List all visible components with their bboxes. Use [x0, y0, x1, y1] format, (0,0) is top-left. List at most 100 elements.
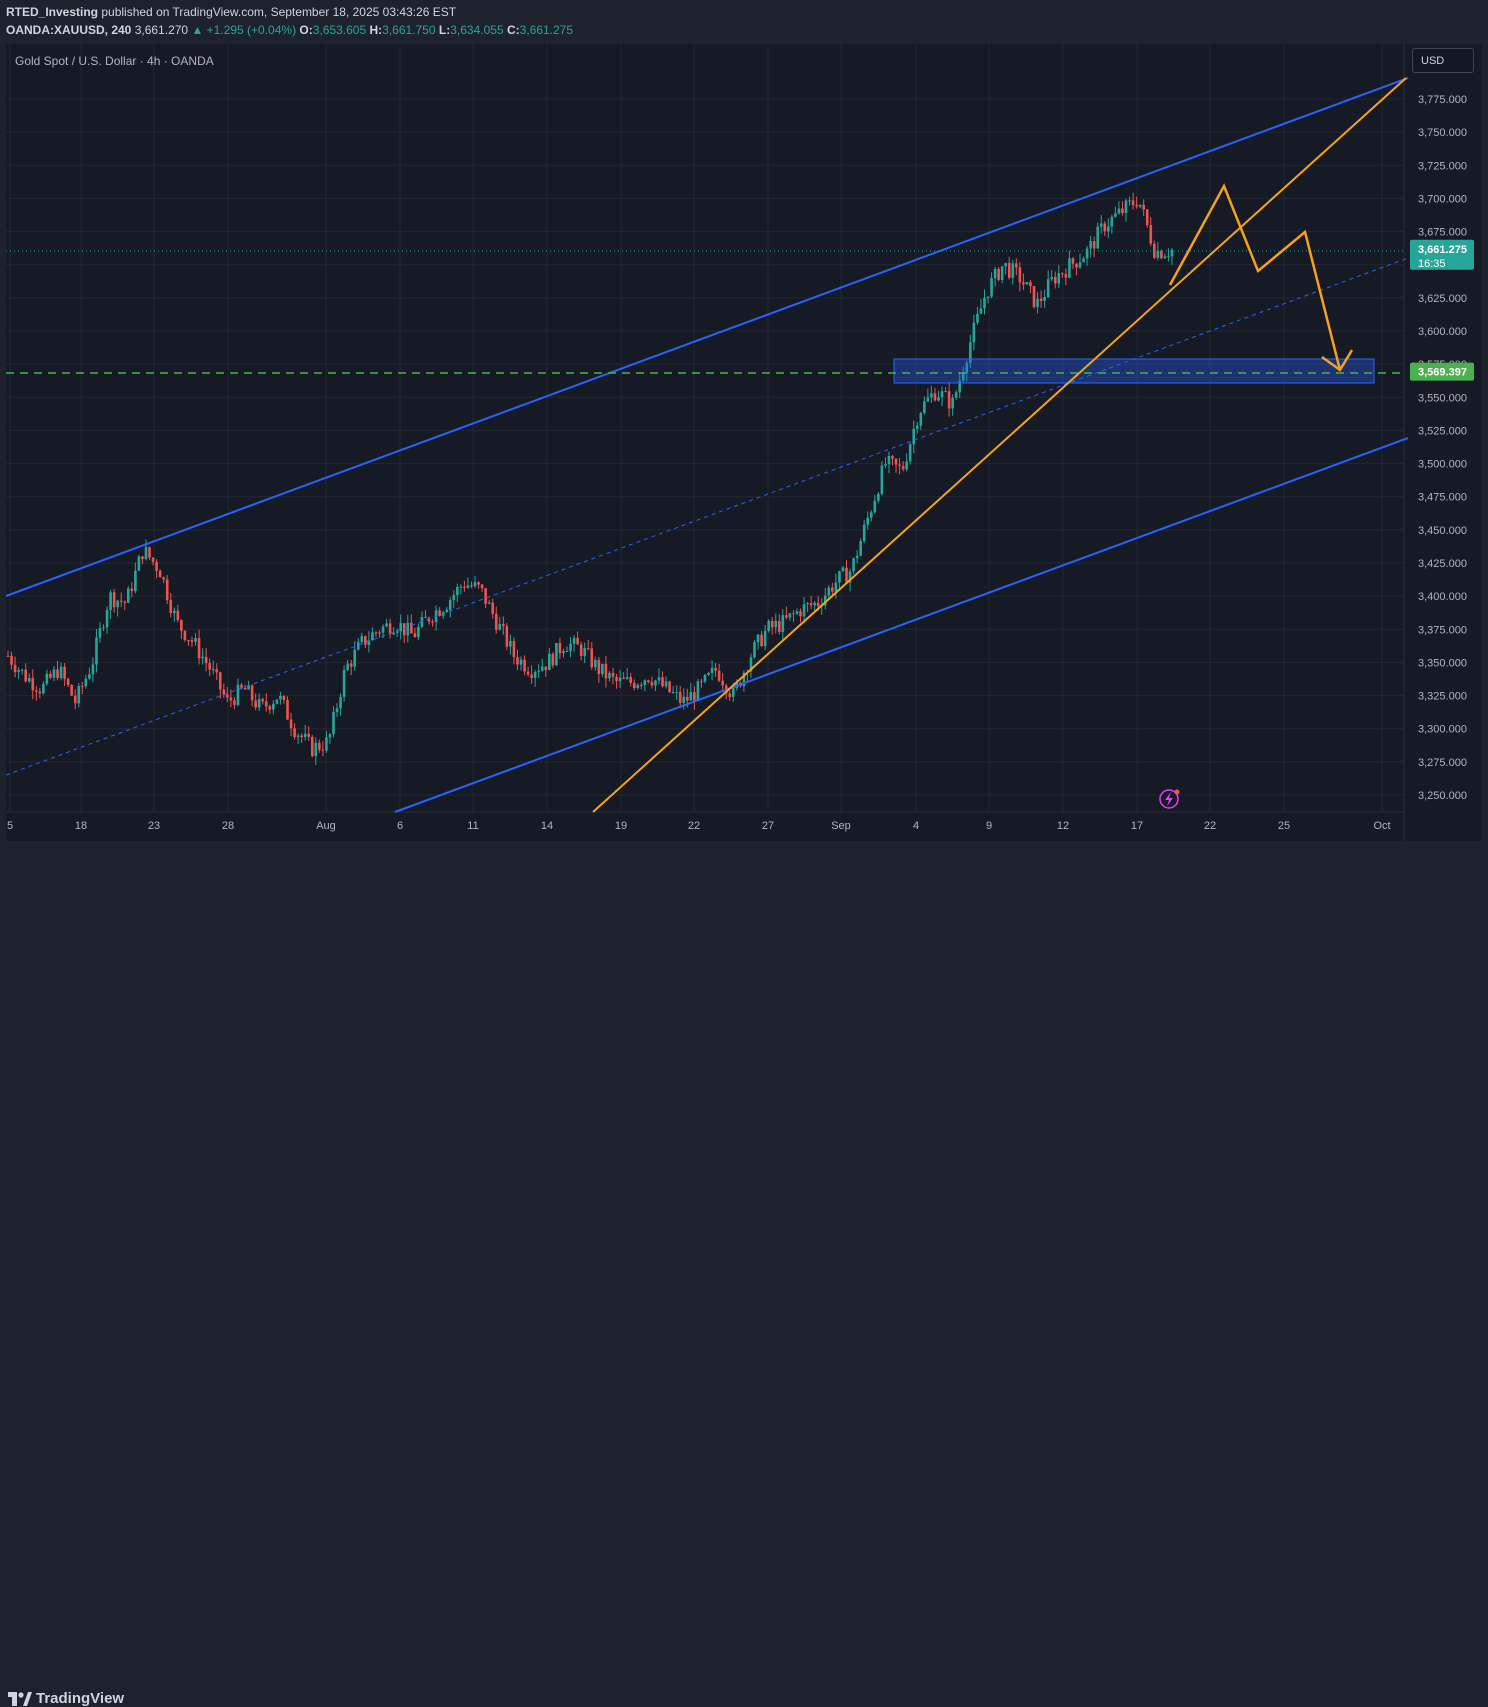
candle-body: [1039, 298, 1043, 301]
candle-body: [760, 634, 763, 646]
candle-body: [342, 670, 346, 697]
author-name[interactable]: RTED_Investing: [6, 5, 98, 19]
tradingview-logo[interactable]: TradingView: [8, 1690, 124, 1707]
candle-body: [944, 391, 947, 393]
candle-body: [229, 697, 233, 701]
candle-body: [1007, 262, 1011, 278]
candle-body: [523, 659, 526, 672]
candle-body: [109, 592, 112, 610]
candle-body: [385, 623, 388, 627]
candle-body: [116, 600, 119, 608]
candle-body: [84, 678, 88, 687]
candle-body: [268, 706, 272, 710]
time-tick-label: 28: [222, 820, 234, 832]
publish-info: RTED_Investing published on TradingView.…: [6, 5, 456, 19]
candle-body: [884, 464, 887, 466]
candle-body: [576, 637, 579, 645]
candle-body: [983, 298, 986, 309]
candle-body: [1043, 296, 1046, 301]
price-tick-label: 3,750.000: [1418, 127, 1467, 139]
candle-body: [905, 461, 908, 470]
candle-body: [470, 585, 473, 587]
candle-body: [693, 692, 696, 701]
footer: TradingView: [0, 841, 1488, 1707]
candle-body: [802, 604, 806, 617]
candle-body: [636, 684, 640, 689]
chart-svg[interactable]: 3,775.000 3,750.000 3,725.000 3,700.000 3,67…: [6, 44, 1482, 841]
candle-body: [480, 584, 484, 589]
chart-canvas[interactable]: 3,775.000 3,750.000 3,725.000 3,700.000 3,67…: [6, 44, 1482, 841]
last-price: 3,661.270: [134, 23, 189, 37]
candle-body: [1057, 273, 1061, 284]
candle-body: [70, 684, 73, 696]
candle-body: [1015, 263, 1018, 268]
candle-body: [20, 669, 24, 671]
candle-body: [544, 666, 548, 671]
candle-body: [777, 621, 781, 632]
price-tick-label: 3,775.000: [1418, 94, 1467, 106]
candle-body: [809, 603, 813, 606]
channel-upper-line[interactable]: [6, 77, 1409, 597]
candle-body: [134, 570, 137, 592]
candle-body: [38, 691, 42, 694]
candle-body: [689, 692, 693, 701]
candle-body: [63, 666, 66, 679]
candle-body: [190, 640, 194, 642]
candle-body: [52, 669, 56, 678]
currency-button[interactable]: USD: [1412, 48, 1474, 73]
price-tick-label: 3,400.000: [1418, 591, 1467, 603]
candle-body: [678, 692, 682, 703]
candle-body: [831, 587, 834, 592]
candle-body: [505, 625, 509, 647]
candle-body: [240, 684, 243, 688]
candle-body: [402, 623, 406, 636]
candle-body: [512, 641, 516, 658]
candle-body: [88, 674, 91, 679]
candle-body: [657, 677, 661, 681]
candle-body: [466, 585, 470, 588]
candle-body: [27, 677, 31, 682]
candle-body: [597, 659, 601, 675]
candle-body: [257, 699, 261, 708]
candle-body: [1061, 273, 1064, 275]
candle-body: [530, 674, 533, 679]
price-tick-label: 3,625.000: [1418, 293, 1467, 305]
candle-body: [445, 609, 449, 613]
candle-body: [1142, 204, 1145, 210]
candle-body: [756, 634, 760, 643]
candle-body: [859, 541, 862, 556]
candle-body: [374, 632, 378, 634]
symbol-label[interactable]: OANDA:XAUUSD, 240: [6, 23, 131, 37]
time-tick-label: 12: [1057, 820, 1069, 832]
candle-body: [279, 696, 282, 700]
candle-body: [42, 683, 45, 694]
candle-body: [579, 644, 583, 656]
candle-body: [201, 656, 204, 659]
candle-body: [406, 622, 410, 636]
candle-body: [569, 643, 572, 652]
candle-body: [105, 609, 109, 628]
time-tick-label: Aug: [316, 820, 336, 832]
candle-body: [555, 643, 558, 666]
candle-body: [770, 620, 774, 628]
candle-body: [502, 623, 505, 626]
time-tick-label: 27: [762, 820, 774, 832]
candle-body: [176, 610, 180, 620]
candle-body: [321, 749, 325, 751]
candle-body: [463, 586, 466, 588]
candle-body: [1167, 256, 1170, 258]
candle-body: [862, 524, 866, 542]
candle-body: [1099, 223, 1103, 227]
candle-body: [158, 570, 162, 578]
support-zone[interactable]: [893, 358, 1375, 384]
candle-body: [558, 643, 562, 654]
time-tick-label: Oct: [1373, 820, 1390, 832]
time-tick-label: 23: [148, 820, 160, 832]
candle-body: [707, 672, 710, 675]
candle-body: [590, 648, 594, 668]
candle-body: [887, 455, 891, 465]
candle-body: [852, 558, 855, 572]
candle-body: [947, 391, 951, 409]
candle-body: [364, 636, 367, 645]
candle-body: [395, 631, 399, 633]
